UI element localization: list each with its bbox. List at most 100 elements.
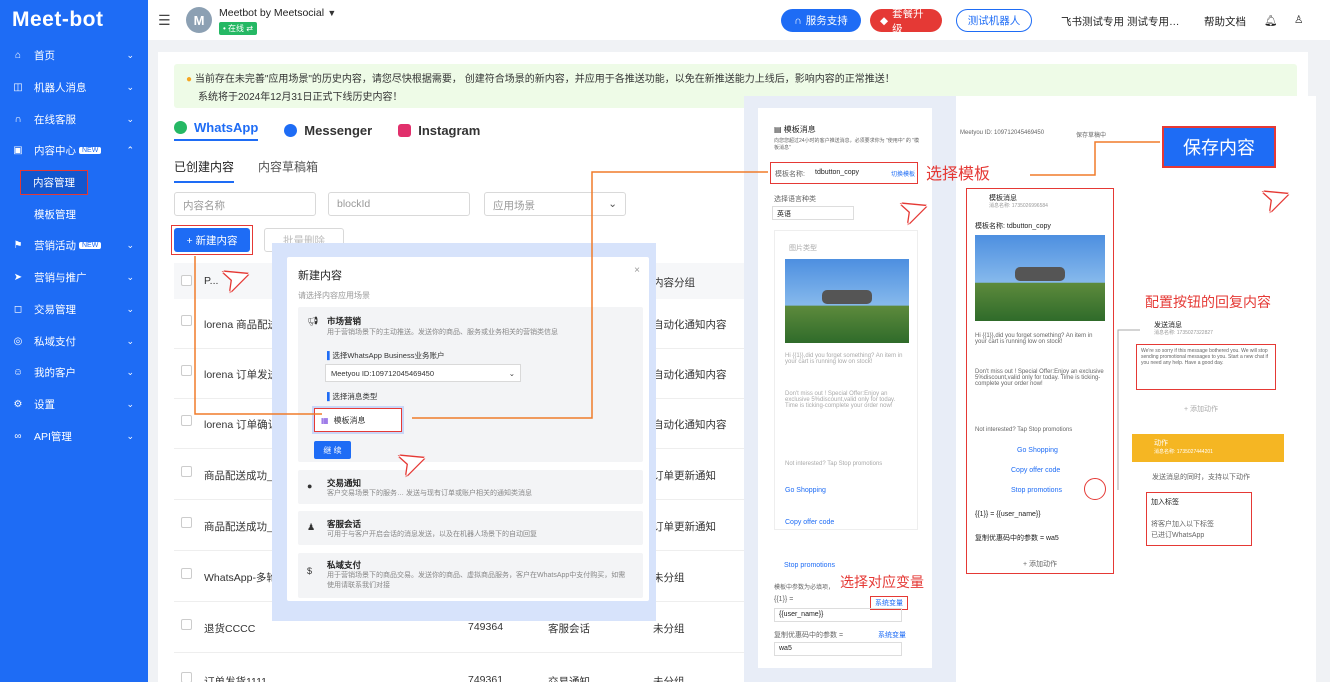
row-checkbox[interactable] [181, 315, 192, 326]
avatar[interactable]: M [186, 7, 212, 33]
tab-whatsapp[interactable]: WhatsApp [174, 120, 259, 141]
send-message-node[interactable]: 发送消息 消息名称: 1735027322827 We're so sorry … [1132, 316, 1276, 426]
add-tag-box[interactable]: 加入标签 将客户加入以下标签 已进订WhatsApp [1146, 492, 1252, 546]
continue-button[interactable]: 继 续 [314, 441, 351, 459]
sidebar-item-api[interactable]: ∞ API管理 ⌄ [0, 420, 148, 452]
reply-text-box[interactable]: We're so sorry if this message bothered … [1136, 344, 1276, 390]
variable-1-input[interactable]: {{user_name}} [774, 608, 902, 622]
tab-messenger[interactable]: Messenger [284, 120, 372, 141]
channel-tabs: WhatsApp Messenger Instagram [174, 120, 480, 141]
system-variable-link-2[interactable]: 系统变量 [878, 630, 906, 640]
variable-mapping-2: 复制优惠码中的参数 = wa5 [975, 535, 1059, 542]
menu-toggle-icon[interactable]: ☰ [158, 12, 172, 29]
sidebar-item-online-service[interactable]: ∩ 在线客服 ⌄ [0, 103, 148, 135]
service-support-button[interactable]: ∩ 服务支持 [781, 9, 861, 32]
stop-promotions-button[interactable]: Stop promotions [784, 562, 835, 569]
scene-card-trade[interactable]: ● 交易通知 客户交易场景下的服务… 发送与现有订单或账户相关的通知类消息 [298, 470, 643, 504]
sidebar-item-label: 我的客户 [34, 367, 76, 380]
sidebar-item-label: 内容中心 [34, 145, 76, 158]
cell-name: lorena 订单确认 [204, 419, 279, 431]
select-placeholder: 应用场景 [493, 200, 535, 212]
add-action-button[interactable]: + 添加动作 [1023, 559, 1057, 569]
copy-offer-button[interactable]: Copy offer code [785, 519, 834, 526]
row-checkbox[interactable] [181, 466, 192, 477]
row-checkbox[interactable] [181, 415, 192, 426]
scene-title: 市场营销 [327, 316, 362, 326]
grid-icon: ▦ [321, 415, 329, 425]
row-checkbox[interactable] [181, 517, 192, 528]
tab-instagram[interactable]: Instagram [398, 120, 480, 141]
select-value: 英语 [777, 211, 791, 218]
title-text: 模板消息 [783, 125, 816, 134]
sidebar-item-template-manage[interactable]: 模板管理 [0, 198, 148, 230]
annotation-config-reply: 配置按钮的回复内容 [1145, 294, 1271, 310]
upgrade-button[interactable]: ◆ 套餐升级 [870, 8, 942, 35]
user-icon[interactable]: ♙ [1294, 14, 1303, 26]
sidebar-item-label: 首页 [34, 50, 55, 63]
select-value: Meetyou ID:109712045469450 [331, 369, 435, 378]
sidebar-item-payment[interactable]: ◎ 私域支付 ⌄ [0, 325, 148, 357]
node-id: 消息名称: 1735027444201 [1154, 449, 1213, 455]
table-row[interactable]: 订单发货1111 749361 交易通知 未分组 [174, 656, 754, 682]
go-shopping-button[interactable]: Go Shopping [785, 487, 826, 494]
scene-title: 私域支付 [327, 560, 362, 570]
row-checkbox[interactable] [181, 672, 192, 682]
help-docs-link[interactable]: 帮助文档 [1204, 14, 1246, 29]
copy-offer-button[interactable]: Copy offer code [1011, 467, 1060, 474]
user-name[interactable]: 测试专用… [1127, 14, 1180, 29]
message-type-option[interactable]: ▦ 模板消息 [312, 406, 404, 434]
sidebar-item-customers[interactable]: ☺ 我的客户 ⌄ [0, 357, 148, 389]
coin-icon: ◎ [13, 335, 23, 347]
scene-card-marketing[interactable]: 📢︎ 市场营销 用于营销场景下的主动推送。发送你的商品、服务或业务相关的营销类信… [298, 307, 643, 462]
template-node[interactable]: 模板消息 消息名称: 1735026996584 模板名称: tdbutton_… [966, 188, 1114, 574]
select-all-checkbox[interactable] [181, 275, 192, 286]
test-robot-button[interactable]: 测试机器人 [956, 9, 1032, 32]
cell-name: lorena 商品配送 [204, 319, 279, 331]
save-content-button[interactable]: 保存内容 [1162, 126, 1276, 168]
blockid-input[interactable]: blockId [328, 192, 470, 216]
messenger-icon [284, 124, 298, 137]
sidebar-item-label: 内容管理 [20, 170, 88, 196]
home-icon: ⌂ [14, 50, 22, 62]
row-checkbox[interactable] [181, 365, 192, 376]
box-icon: ▣ [13, 145, 23, 157]
scene-card-payment[interactable]: $ 私域支付 用于营销场景下的商品交易。发送你的商品、虚拟商品服务，客户在Wha… [298, 553, 643, 598]
scene-card-service[interactable]: ♟ 客服会话 可用于与客户开启会话的消息发送，以及在机器人场景下的自动回复 [298, 511, 643, 545]
avatar-letter: M [193, 12, 205, 28]
sidebar-item-home[interactable]: ⌂ 首页 ⌄ [0, 40, 148, 72]
bell-icon[interactable]: 🔔︎ [1264, 14, 1277, 27]
template-name-row[interactable]: 模板名称: tdbutton_copy 切换模板 [770, 162, 918, 184]
account-switcher[interactable]: Meetbot by Meetsocial ▼ • 在线 ⇄ [219, 5, 336, 35]
flag-icon: ⚑ [13, 240, 23, 252]
tab-created-content[interactable]: 已创建内容 [174, 158, 235, 183]
button-label: 服务支持 [805, 15, 848, 27]
add-message-button[interactable]: + 添加动作 [1184, 404, 1218, 414]
sidebar-item-trade[interactable]: ◻ 交易管理 ⌄ [0, 294, 148, 326]
feishu-link[interactable]: 飞书测试专用 [1061, 14, 1124, 29]
sidebar-item-robot-messages[interactable]: ◫ 机器人消息 ⌄ [0, 72, 148, 104]
scene-title: 客服会话 [327, 519, 362, 529]
row-checkbox[interactable] [181, 619, 192, 630]
sidebar-item-settings[interactable]: ⚙ 设置 ⌄ [0, 389, 148, 421]
content-name-input[interactable]: 内容名称 [174, 192, 316, 216]
sidebar-item-content-manage[interactable]: 内容管理 [0, 167, 148, 199]
scene-select[interactable]: 应用场景 ⌄ [484, 192, 626, 216]
tab-drafts[interactable]: 内容草稿箱 [258, 158, 318, 183]
chevron-down-icon: ⌄ [126, 430, 134, 441]
stop-promotions-button[interactable]: Stop promotions [1011, 487, 1062, 494]
message-body-2: Don't miss out ! Special Offer:Enjoy an … [975, 369, 1104, 387]
cell-name: 商品配送成功_4 [204, 470, 279, 482]
account-select[interactable]: Meetyou ID:109712045469450 ⌄ [325, 364, 521, 382]
content-subtabs: 已创建内容 内容草稿箱 [174, 158, 318, 183]
row-checkbox[interactable] [181, 568, 192, 579]
switch-template-link[interactable]: 切换模板 [891, 169, 915, 178]
sidebar-item-campaigns[interactable]: ⚑ 营销活动 NEW ⌄ [0, 230, 148, 262]
language-select[interactable]: 英语 [772, 206, 854, 220]
go-shopping-button[interactable]: Go Shopping [1017, 447, 1058, 454]
sidebar-item-marketing[interactable]: ➤ 营销与推广 ⌄ [0, 262, 148, 294]
link-icon: ∞ [14, 430, 22, 442]
sidebar-item-content-center[interactable]: ▣ 内容中心 NEW ⌃ [0, 135, 148, 167]
action-node-header[interactable]: 动作 消息名称: 1735027444201 [1132, 434, 1284, 462]
variable-2-input[interactable]: wa5 [774, 642, 902, 656]
close-icon[interactable]: × [634, 265, 640, 276]
